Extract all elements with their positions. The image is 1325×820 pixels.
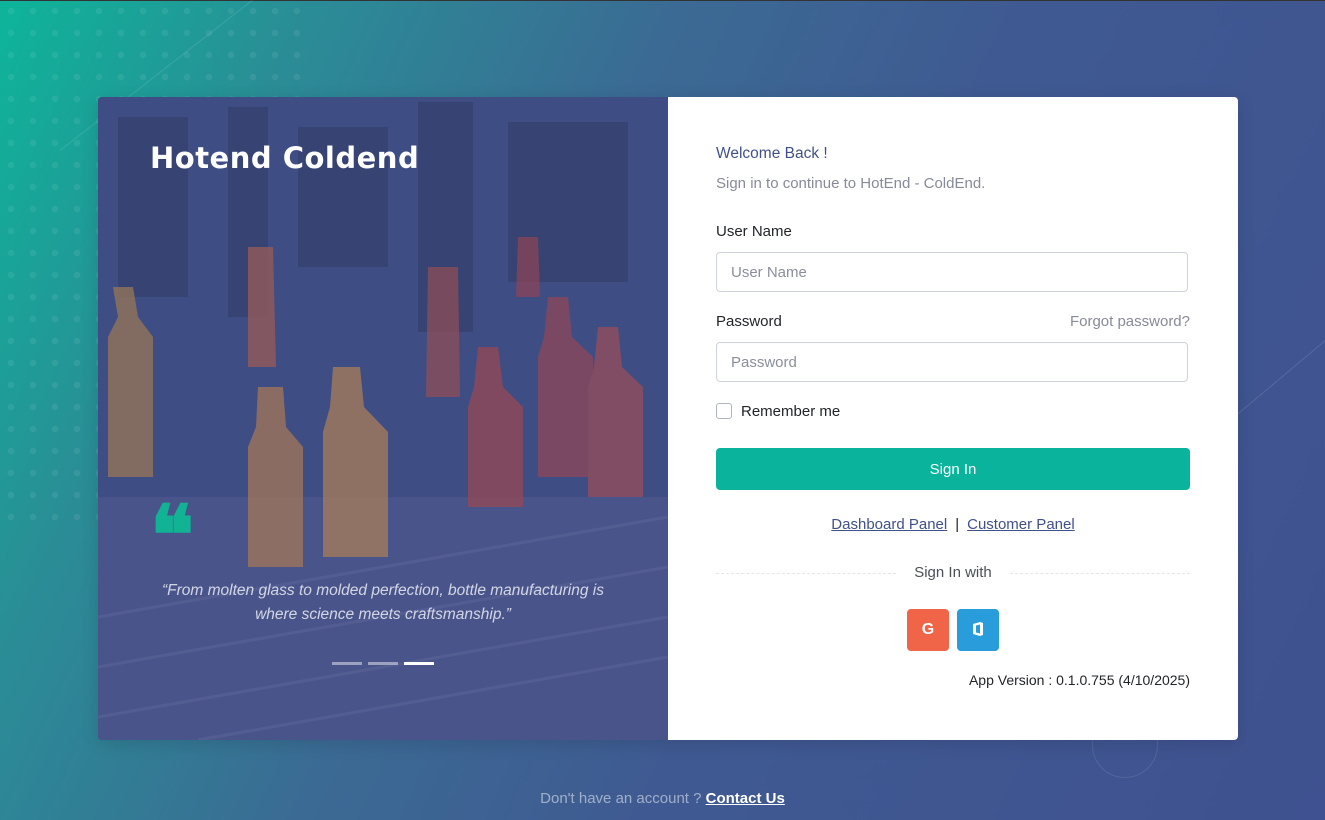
sign-in-button[interactable]: Sign In	[716, 448, 1190, 490]
carousel-indicator-1[interactable]	[332, 662, 362, 665]
username-input[interactable]	[716, 252, 1188, 292]
login-card: Hotend Coldend ❝ “From molten glass to m…	[98, 97, 1238, 740]
password-label: Password	[716, 313, 782, 330]
carousel-indicator-3[interactable]	[404, 662, 434, 665]
remember-me-checkbox[interactable]	[716, 403, 732, 419]
carousel-quote: “From molten glass to molded perfection,…	[162, 582, 604, 623]
login-form-panel: Welcome Back ! Sign in to continue to Ho…	[668, 97, 1238, 740]
brand-logo-text: Hotend Coldend	[150, 141, 420, 175]
app-version: App Version : 0.1.0.755 (4/10/2025)	[968, 672, 1190, 688]
quote-icon: ❝	[150, 488, 195, 584]
remember-me-label[interactable]: Remember me	[741, 403, 840, 420]
office-sign-in-button[interactable]	[957, 609, 999, 651]
forgot-password-link[interactable]: Forgot password?	[1070, 313, 1190, 330]
carousel-indicator-2[interactable]	[368, 662, 398, 665]
google-sign-in-button[interactable]: G	[907, 609, 949, 651]
footer-prompt: Don't have an account ?	[540, 790, 702, 807]
customer-panel-link[interactable]: Customer Panel	[967, 516, 1075, 533]
dashboard-panel-link[interactable]: Dashboard Panel	[831, 516, 947, 533]
password-input[interactable]	[716, 342, 1188, 382]
office-icon	[973, 621, 983, 636]
hero-overlay	[98, 97, 668, 740]
google-icon: G	[921, 621, 935, 638]
sign-in-with-label: Sign In with	[914, 564, 992, 581]
welcome-heading: Welcome Back !	[716, 145, 828, 162]
footer: Don't have an account ? Contact Us	[0, 790, 1325, 807]
carousel-indicators	[332, 662, 434, 665]
hero-panel: Hotend Coldend ❝ “From molten glass to m…	[98, 97, 668, 740]
welcome-subtitle: Sign in to continue to HotEnd - ColdEnd.	[716, 175, 986, 192]
username-label: User Name	[716, 223, 792, 240]
panel-links: Dashboard Panel | Customer Panel	[668, 516, 1238, 533]
contact-us-link[interactable]: Contact Us	[706, 790, 785, 807]
panel-separator: |	[955, 516, 960, 533]
background-line	[1229, 317, 1325, 421]
